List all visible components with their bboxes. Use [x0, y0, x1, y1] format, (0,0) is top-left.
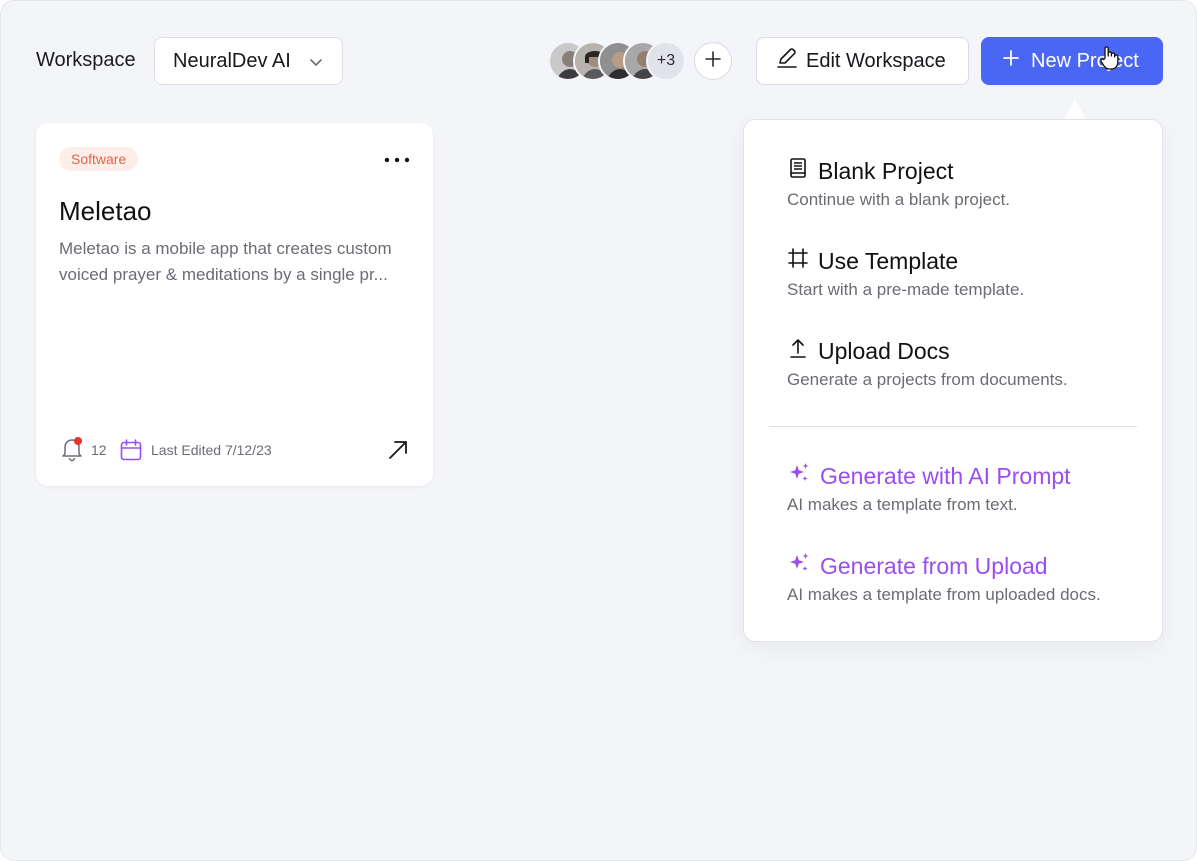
- menu-divider: [769, 426, 1137, 427]
- book-icon: [787, 157, 809, 185]
- menu-item-title: Upload Docs: [818, 337, 950, 364]
- menu-item-generate-ai-prompt[interactable]: Generate with AI Prompt AI makes a templ…: [787, 461, 1137, 515]
- more-options-icon[interactable]: [384, 151, 410, 169]
- project-description: Meletao is a mobile app that creates cus…: [59, 239, 392, 284]
- new-project-button[interactable]: New Project: [981, 37, 1163, 85]
- workspace-select[interactable]: NeuralDev AI: [154, 37, 343, 85]
- hand-pointer-icon: [1099, 45, 1121, 76]
- more-members-count[interactable]: +3: [646, 41, 686, 81]
- sparkles-icon: [787, 551, 811, 581]
- project-card-footer: 12 Last Edited 7/12/23: [59, 436, 411, 464]
- bell-icon[interactable]: [59, 436, 85, 467]
- plus-icon: [704, 50, 722, 73]
- project-card[interactable]: Software Meletao Meletao is a mobile app…: [36, 123, 433, 486]
- upload-icon: [787, 337, 809, 365]
- menu-item-title: Generate with AI Prompt: [820, 462, 1071, 489]
- edit-workspace-label: Edit Workspace: [806, 49, 946, 72]
- menu-item-upload-docs[interactable]: Upload Docs Generate a projects from doc…: [787, 336, 1137, 390]
- chevron-down-icon: [308, 53, 324, 76]
- workspace-label: Workspace: [36, 49, 136, 71]
- menu-item-generate-from-upload[interactable]: Generate from Upload AI makes a template…: [787, 551, 1137, 605]
- new-project-menu: Blank Project Continue with a blank proj…: [743, 119, 1163, 642]
- project-title: Meletao: [59, 196, 152, 226]
- category-tag: Software: [59, 147, 139, 171]
- menu-item-description: AI makes a template from uploaded docs.: [787, 585, 1101, 604]
- menu-item-use-template[interactable]: Use Template Start with a pre-made templ…: [787, 246, 1137, 300]
- add-member-button[interactable]: [694, 42, 732, 80]
- notification-count: 12: [91, 442, 107, 458]
- workspace-select-value: NeuralDev AI: [173, 49, 291, 72]
- calendar-icon: [119, 438, 143, 467]
- menu-item-title: Generate from Upload: [820, 552, 1048, 579]
- pencil-icon: [776, 47, 798, 75]
- menu-item-title: Blank Project: [818, 157, 954, 184]
- last-edited-text: Last Edited 7/12/23: [151, 442, 272, 458]
- menu-item-description: Start with a pre-made template.: [787, 280, 1025, 299]
- edit-workspace-button[interactable]: Edit Workspace: [756, 37, 969, 85]
- sparkles-icon: [787, 461, 811, 491]
- menu-item-title: Use Template: [818, 247, 959, 274]
- arrow-up-right-icon[interactable]: [387, 439, 409, 466]
- frame-icon: [787, 247, 809, 275]
- menu-item-description: Continue with a blank project.: [787, 190, 1011, 209]
- plus-icon: [1002, 49, 1020, 73]
- menu-item-description: Generate a projects from documents.: [787, 370, 1068, 389]
- menu-item-description: AI makes a template from text.: [787, 495, 1018, 514]
- menu-item-blank-project[interactable]: Blank Project Continue with a blank proj…: [787, 156, 1137, 210]
- app-frame: Workspace NeuralDev AI +3 Edit Workspace: [0, 0, 1197, 861]
- new-project-label: New Project: [1031, 49, 1139, 72]
- dropdown-caret: [1063, 100, 1087, 120]
